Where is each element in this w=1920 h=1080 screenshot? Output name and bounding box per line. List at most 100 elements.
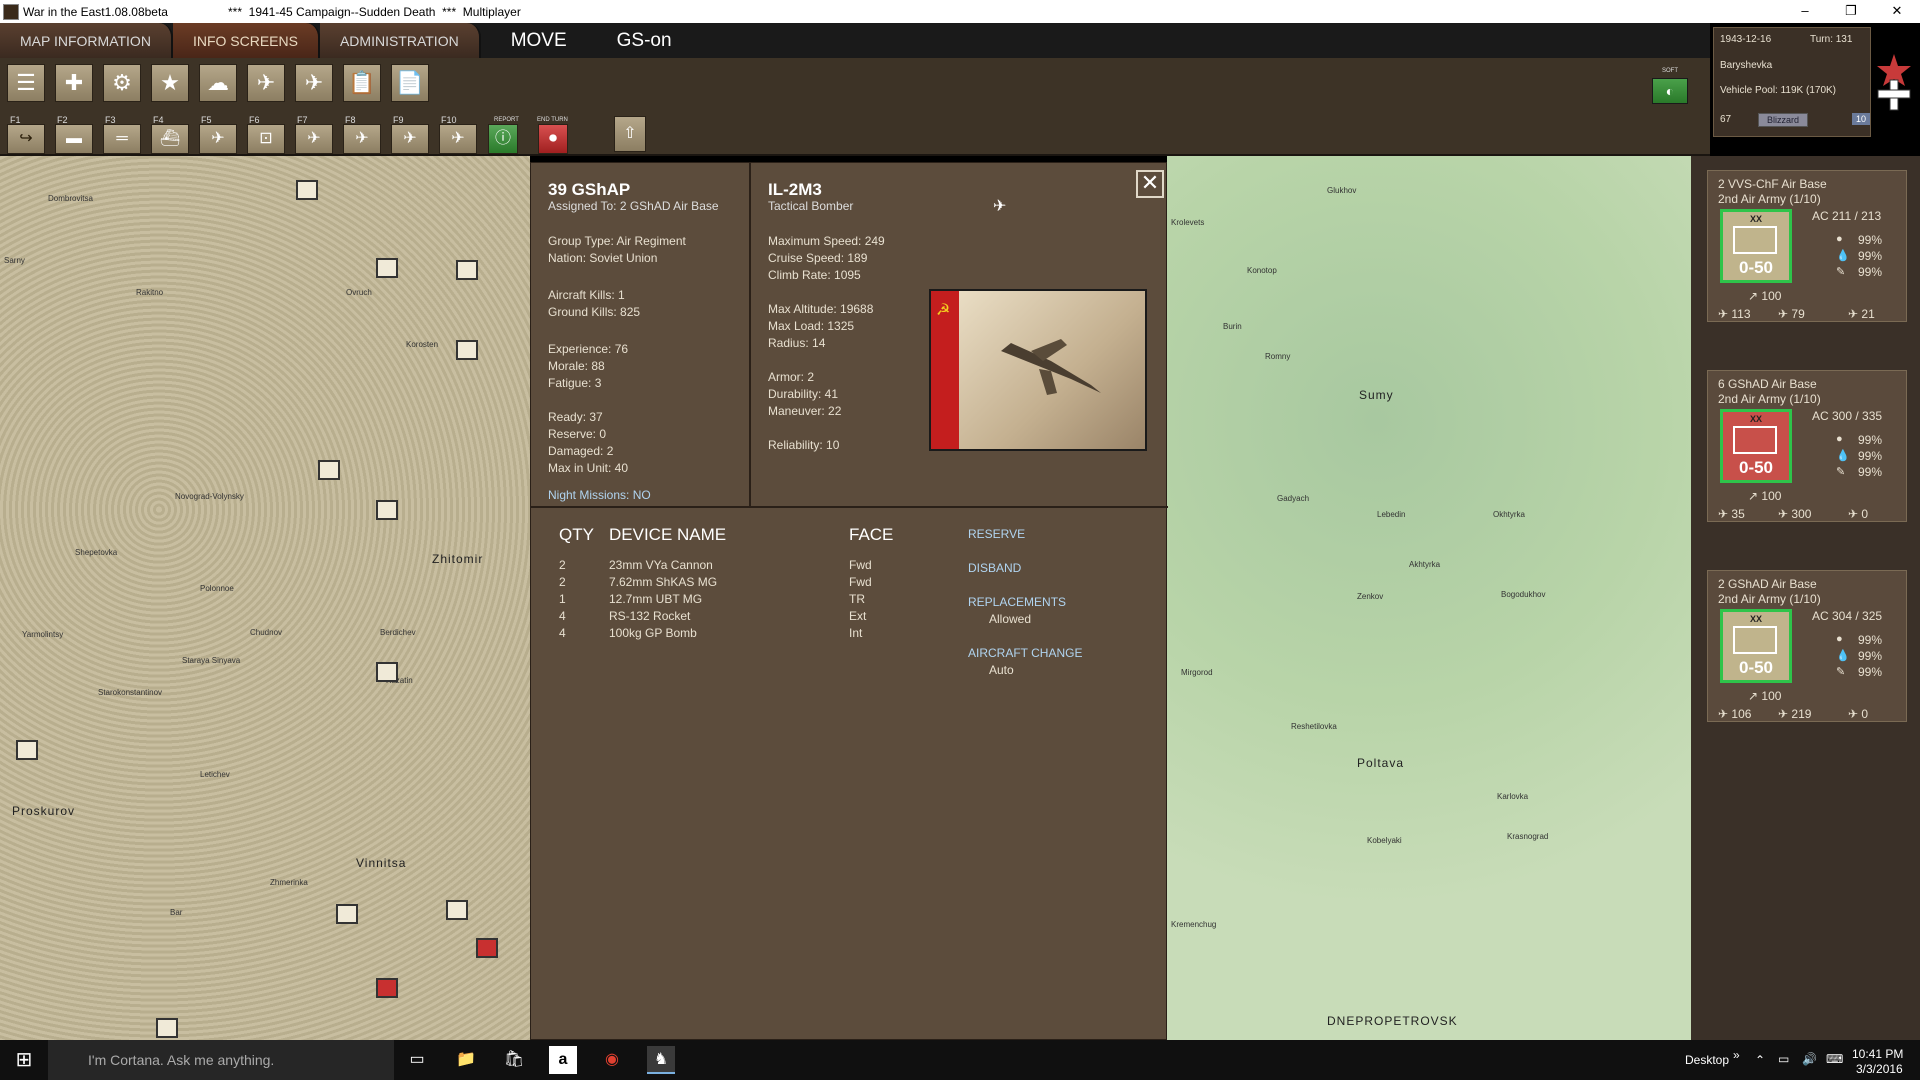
aircraft-count: AC 304 / 325 xyxy=(1812,609,1883,623)
reserve-button[interactable]: RESERVE xyxy=(968,527,1025,541)
network-icon[interactable]: ▭ xyxy=(1778,1052,1789,1066)
unit-morale: Morale: 88 xyxy=(548,359,605,373)
counter-strength: 0-50 xyxy=(1738,458,1774,477)
minimize-button[interactable]: – xyxy=(1782,0,1828,23)
gs-toggle-button[interactable]: GS-on xyxy=(597,23,702,58)
victory-star-icon[interactable]: ★ xyxy=(151,64,189,102)
night-missions-toggle[interactable]: Night Missions: NO xyxy=(548,487,651,504)
map-label: Sumy xyxy=(1359,388,1394,402)
close-panel-button[interactable]: ✕ xyxy=(1136,170,1164,198)
amazon-icon[interactable]: a xyxy=(549,1046,577,1074)
report-info-icon[interactable]: ⓘ xyxy=(488,124,518,154)
war-in-the-east-app-icon[interactable]: ♞ xyxy=(647,1046,675,1074)
unit-counter[interactable] xyxy=(376,662,398,682)
soviet-flag-icon: ☭ xyxy=(931,291,959,449)
desktop-toolbar-label[interactable]: Desktop xyxy=(1685,1053,1729,1067)
end-turn-icon[interactable]: ⏺ xyxy=(538,124,568,154)
map-right-area[interactable]: Krolevets Glukhov Konotop Burin Sumy Leb… xyxy=(1167,156,1691,1040)
unit-max-in-unit: Max in Unit: 40 xyxy=(548,461,629,475)
air-transfer-icon[interactable]: ✈ xyxy=(199,124,237,154)
bombers-count: ✈ 300 xyxy=(1778,507,1812,521)
air-base-card[interactable]: 6 GShAD Air Base 2nd Air Army (1/10) XX 0… xyxy=(1707,370,1907,522)
ground-attack-icon[interactable]: ✈ xyxy=(343,124,381,154)
unit-reserve: Reserve: 0 xyxy=(548,427,607,441)
device-name: 7.62mm ShKAS MG xyxy=(609,575,718,589)
unit-counter[interactable] xyxy=(336,904,358,924)
clipboard-report-icon[interactable]: 📋 xyxy=(343,64,381,102)
tab-map-information[interactable]: MAP INFORMATION xyxy=(0,23,173,58)
naval-icon[interactable]: ⛴ xyxy=(151,124,189,154)
weather-icon[interactable]: ☁ xyxy=(199,64,237,102)
unit-counter[interactable] xyxy=(476,938,498,958)
clock-date[interactable]: 3/3/2016 xyxy=(1856,1062,1903,1076)
map-label: Gadyach xyxy=(1277,494,1310,503)
map-label: Polonnoe xyxy=(200,584,234,593)
recon-icon[interactable]: ✈ xyxy=(391,124,429,154)
map-label: Vinnitsa xyxy=(356,856,407,870)
clipboard-list-icon[interactable]: 📄 xyxy=(391,64,429,102)
air-base-counter[interactable]: XX 0-50 xyxy=(1720,209,1792,283)
move-points: ↗ 100 xyxy=(1748,289,1782,303)
unit-counter[interactable] xyxy=(318,460,340,480)
unit-counter[interactable] xyxy=(376,978,398,998)
air-base-card[interactable]: 2 GShAD Air Base 2nd Air Army (1/10) XX 0… xyxy=(1707,570,1907,722)
store-icon[interactable]: 🛍 xyxy=(500,1046,528,1074)
tab-administration[interactable]: ADMINISTRATION xyxy=(319,23,481,58)
hq-tree-icon[interactable]: ✚ xyxy=(55,64,93,102)
upload-arrow-icon[interactable]: ⇧ xyxy=(614,116,646,152)
settings-gear-icon[interactable]: ⚙ xyxy=(103,64,141,102)
supply-icon[interactable]: ⊡ xyxy=(247,124,285,154)
unit-counter[interactable] xyxy=(296,180,318,200)
rail-icon[interactable]: ═ xyxy=(103,124,141,154)
air-base-counter[interactable]: XX 0-50 xyxy=(1720,409,1792,483)
air-mission-icon[interactable]: ✈ xyxy=(295,64,333,102)
unit-counter[interactable] xyxy=(376,258,398,278)
task-view-icon[interactable]: ▭ xyxy=(403,1046,431,1074)
chrome-icon[interactable]: ◉ xyxy=(598,1046,626,1074)
clock-time[interactable]: 10:41 PM xyxy=(1852,1047,1903,1061)
air-base-card[interactable]: 2 VVS-ChF Air Base 2nd Air Army (1/10) XX… xyxy=(1707,170,1907,322)
unit-counter[interactable] xyxy=(456,340,478,360)
ground-unit-icon[interactable]: ▬ xyxy=(55,124,93,154)
ammo-percent: 99% xyxy=(1858,265,1883,279)
chevron-right-icon[interactable]: » xyxy=(1733,1048,1740,1062)
tab-info-screens[interactable]: INFO SCREENS xyxy=(172,23,320,58)
svg-text:☭: ☭ xyxy=(936,300,950,319)
aircraft-change-button[interactable]: AIRCRAFT CHANGE xyxy=(968,646,1082,660)
move-points: ↗ 100 xyxy=(1748,489,1782,503)
maximize-button[interactable]: ❐ xyxy=(1828,0,1874,23)
cortana-search-box[interactable]: I'm Cortana. Ask me anything. xyxy=(48,1040,394,1080)
chevron-up-icon[interactable]: ⌃ xyxy=(1755,1053,1765,1067)
keyboard-icon[interactable]: ⌨ xyxy=(1826,1052,1843,1066)
airdrop-icon[interactable]: ✈ xyxy=(295,124,333,154)
disband-button[interactable]: DISBAND xyxy=(968,561,1021,575)
air-superiority-icon[interactable]: ✈ xyxy=(439,124,477,154)
windows-start-icon[interactable]: ⊞ xyxy=(0,1040,48,1080)
unit-counter[interactable] xyxy=(16,740,38,760)
transports-count: ✈ 0 xyxy=(1848,707,1869,721)
replacements-button[interactable]: REPLACEMENTS xyxy=(968,595,1066,609)
map-left-area[interactable]: Dombrovitsa Rakitno Korosten Sarny Ovruc… xyxy=(0,156,530,1040)
unit-list-icon[interactable]: ☰ xyxy=(7,64,45,102)
unit-counter[interactable] xyxy=(446,900,468,920)
soft-toggle-icon[interactable]: ◐ xyxy=(1652,78,1688,104)
transports-count: ✈ 0 xyxy=(1848,507,1869,521)
mode-move-button[interactable]: MOVE xyxy=(481,23,597,58)
unit-counter[interactable] xyxy=(376,500,398,520)
file-explorer-icon[interactable]: 📁 xyxy=(452,1046,480,1074)
map-label: Berdichev xyxy=(380,628,416,637)
close-window-button[interactable]: ✕ xyxy=(1874,0,1920,23)
movement-path-icon[interactable]: ↪ xyxy=(7,124,45,154)
bombers-count-value: 79 xyxy=(1791,307,1805,321)
fuel-icon: ● xyxy=(1836,233,1843,245)
map-label: Ovruch xyxy=(346,288,372,297)
unit-counter[interactable] xyxy=(456,260,478,280)
unit-counter[interactable] xyxy=(156,1018,178,1038)
supply-percent: 99% xyxy=(1858,249,1883,263)
unit-assigned: Assigned To: 2 GShAD Air Base xyxy=(548,199,719,213)
device-qty: 1 xyxy=(559,592,566,606)
volume-icon[interactable]: 🔊 xyxy=(1802,1052,1817,1066)
air-base-counter[interactable]: XX 0-50 xyxy=(1720,609,1792,683)
air-directive-icon[interactable]: ✈ xyxy=(247,64,285,102)
map-label: Proskurov xyxy=(12,804,76,818)
